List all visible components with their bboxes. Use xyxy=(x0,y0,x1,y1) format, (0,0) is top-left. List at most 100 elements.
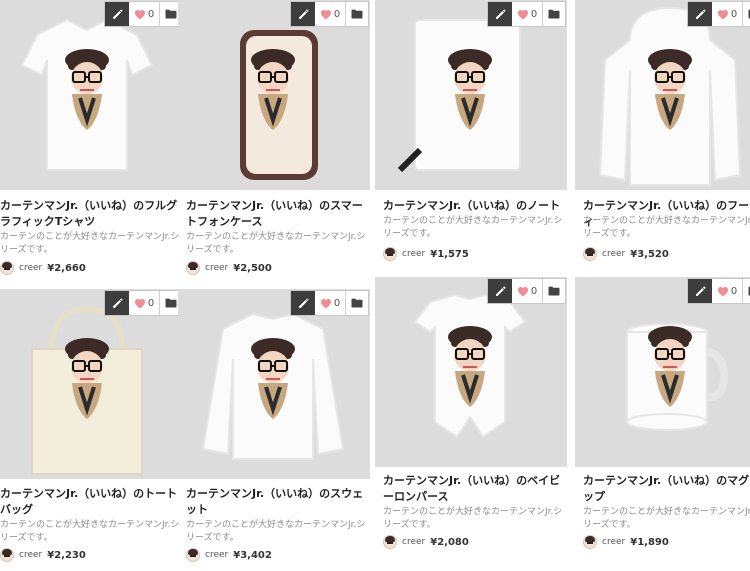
like-count: 0 xyxy=(730,285,738,297)
product-card[interactable]: 0 カーテンマンJr.（いいね）のマグカップ カーテンのことが大好きなカーテンマンJ… xyxy=(575,277,750,558)
edit-icon[interactable] xyxy=(488,2,512,26)
edit-icon[interactable] xyxy=(291,291,315,315)
product-card[interactable]: 0 カーテンマンJr.（いいね）のトートバッグ カーテンのことが大好きなカーテンマン… xyxy=(0,289,184,571)
baby-rompers-product-image xyxy=(375,277,567,467)
product-title[interactable]: カーテンマンJr.（いいね）のスマートフォンケース xyxy=(186,198,368,230)
edit-icon[interactable] xyxy=(105,2,129,26)
product-card[interactable]: 0 カーテンマンJr.（いいね）のフルグラフィックTシャツ カーテンのことが大好きな… xyxy=(0,0,184,284)
product-thumbnail[interactable]: 0 xyxy=(0,0,184,190)
product-card[interactable]: 0 カーテンマンJr.（いいね）のスマートフォンケース カーテンのことが大好きなカー… xyxy=(178,0,370,284)
seller-name: creer xyxy=(19,263,43,273)
product-thumbnail[interactable]: 0 xyxy=(178,0,370,190)
seller-info[interactable]: creer ¥1,575 xyxy=(383,246,469,262)
seller-info[interactable]: creer ¥2,660 xyxy=(0,260,86,276)
product-thumbnail[interactable]: 0 xyxy=(375,277,567,467)
like-button[interactable]: 0 xyxy=(512,2,543,26)
price: ¥2,660 xyxy=(47,262,86,274)
like-count: 0 xyxy=(147,297,155,309)
avatar xyxy=(583,535,597,549)
seller-info[interactable]: creer ¥2,230 xyxy=(0,547,86,563)
product-description: カーテンのことが大好きなカーテンマンJr.シリーズです。 xyxy=(583,507,750,530)
seller-info[interactable]: creer ¥3,402 xyxy=(186,547,272,563)
edit-icon[interactable] xyxy=(105,291,129,315)
product-thumbnail[interactable]: 0 xyxy=(575,0,750,190)
product-title[interactable]: カーテンマンJr.（いいね）のフルグラフィックTシャツ xyxy=(0,198,182,230)
item-tools: 0 xyxy=(105,2,182,26)
folder-icon[interactable] xyxy=(543,279,565,303)
like-button[interactable]: 0 xyxy=(129,291,160,315)
like-button[interactable]: 0 xyxy=(129,2,160,26)
product-card[interactable]: 0 カーテンマンJr.（いいね）のフーディ カーテンのことが大好きなカーテンマンJr… xyxy=(575,0,750,270)
product-thumbnail[interactable]: 0 xyxy=(178,289,370,479)
avatar xyxy=(186,261,200,275)
sweatshirt-product-image xyxy=(178,289,370,479)
like-button[interactable]: 0 xyxy=(712,2,743,26)
like-count: 0 xyxy=(730,8,738,20)
folder-icon[interactable] xyxy=(743,279,750,303)
product-description: カーテンのことが大好きなカーテンマンJr.シリーズです。 xyxy=(383,507,563,530)
avatar xyxy=(0,548,14,562)
price: ¥3,520 xyxy=(630,248,669,260)
product-title[interactable]: カーテンマンJr.（いいね）のノート xyxy=(383,198,565,214)
avatar xyxy=(0,261,14,275)
product-card[interactable]: 0 カーテンマンJr.（いいね）のノート カーテンのことが大好きなカーテンマンJr.… xyxy=(375,0,567,270)
product-title[interactable]: カーテンマンJr.（いいね）のトートバッグ xyxy=(0,486,182,518)
heart-icon xyxy=(320,294,332,313)
product-description: カーテンのことが大好きなカーテンマンJr.シリーズです。 xyxy=(0,232,180,255)
like-button[interactable]: 0 xyxy=(315,2,346,26)
tote-bag-product-image xyxy=(0,289,184,479)
folder-icon[interactable] xyxy=(346,2,368,26)
edit-icon[interactable] xyxy=(688,2,712,26)
product-card[interactable]: 0 カーテンマンJr.（いいね）のベイビーロンパース カーテンのことが大好きなカーテ… xyxy=(375,277,567,558)
item-tools: 0 xyxy=(488,2,565,26)
folder-icon[interactable] xyxy=(346,291,368,315)
like-count: 0 xyxy=(147,8,155,20)
like-count: 0 xyxy=(333,297,341,309)
heart-icon xyxy=(320,5,332,24)
product-thumbnail[interactable]: 0 xyxy=(375,0,567,190)
like-count: 0 xyxy=(530,8,538,20)
product-description: カーテンのことが大好きなカーテンマンJr.シリーズです。 xyxy=(186,520,366,543)
phone-case-product-image xyxy=(178,0,370,190)
price: ¥2,080 xyxy=(430,536,469,548)
avatar xyxy=(583,247,597,261)
edit-icon[interactable] xyxy=(291,2,315,26)
product-card[interactable]: 0 カーテンマンJr.（いいね）のスウェット カーテンのことが大好きなカーテンマンJ… xyxy=(178,289,370,571)
heart-icon xyxy=(517,282,529,301)
like-count: 0 xyxy=(530,285,538,297)
heart-icon xyxy=(134,5,146,24)
seller-info[interactable]: creer ¥1,890 xyxy=(583,534,669,550)
seller-name: creer xyxy=(602,249,626,259)
seller-name: creer xyxy=(602,537,626,547)
product-thumbnail[interactable]: 0 xyxy=(575,277,750,467)
like-count: 0 xyxy=(333,8,341,20)
item-tools: 0 xyxy=(291,2,368,26)
seller-info[interactable]: creer ¥3,520 xyxy=(583,246,669,262)
edit-icon[interactable] xyxy=(688,279,712,303)
product-title[interactable]: カーテンマンJr.（いいね）のマグカップ xyxy=(583,473,750,505)
avatar xyxy=(383,247,397,261)
folder-icon[interactable] xyxy=(743,2,750,26)
item-tools: 0 xyxy=(688,279,750,303)
like-button[interactable]: 0 xyxy=(512,279,543,303)
avatar xyxy=(186,548,200,562)
seller-info[interactable]: creer ¥2,080 xyxy=(383,534,469,550)
price: ¥2,500 xyxy=(233,262,272,274)
price: ¥1,890 xyxy=(630,536,669,548)
product-thumbnail[interactable]: 0 xyxy=(0,289,184,479)
folder-icon[interactable] xyxy=(543,2,565,26)
seller-name: creer xyxy=(205,263,229,273)
like-button[interactable]: 0 xyxy=(315,291,346,315)
t-shirt-product-image xyxy=(0,0,184,190)
edit-icon[interactable] xyxy=(488,279,512,303)
seller-name: creer xyxy=(19,550,43,560)
product-title[interactable]: カーテンマンJr.（いいね）のスウェット xyxy=(186,486,368,518)
seller-name: creer xyxy=(402,537,426,547)
seller-info[interactable]: creer ¥2,500 xyxy=(186,260,272,276)
price: ¥1,575 xyxy=(430,248,469,260)
product-description: カーテンのことが大好きなカーテンマンJr.シリーズです。 xyxy=(0,520,180,543)
item-tools: 0 xyxy=(105,291,182,315)
heart-icon xyxy=(134,294,146,313)
like-button[interactable]: 0 xyxy=(712,279,743,303)
product-title[interactable]: カーテンマンJr.（いいね）のベイビーロンパース xyxy=(383,473,565,505)
